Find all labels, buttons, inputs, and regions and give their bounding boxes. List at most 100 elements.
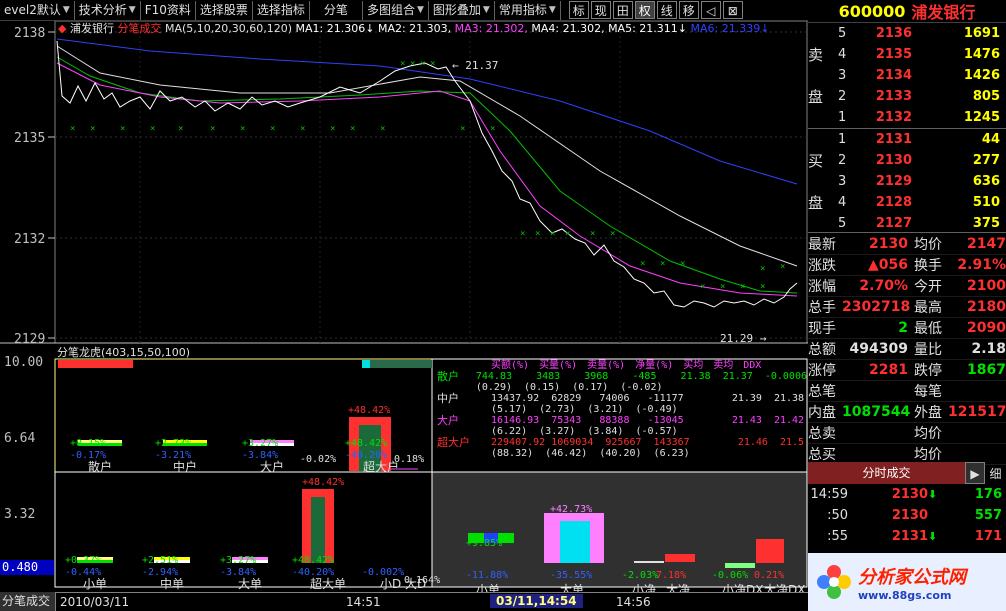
upper-group-up-pct: +2.73% — [155, 438, 191, 449]
toolbar-f10[interactable]: F10资料 — [141, 0, 196, 20]
quote-label: 均价 — [914, 237, 942, 253]
ask-volume: 1245 — [963, 110, 1000, 125]
quote-label: 均价 — [914, 426, 942, 442]
bid-volume: 44 — [981, 132, 1000, 147]
dot-marker: × — [720, 282, 725, 292]
toolbar-select-indicator[interactable]: 选择指标 — [253, 0, 310, 20]
dragon-y-axis: 10.00 6.64 3.32 — [4, 355, 43, 522]
move-button[interactable]: 移 — [678, 1, 699, 19]
top-bar-red — [58, 360, 133, 368]
bid-row-2: 2 2130 277 — [838, 150, 1006, 171]
tab-tick-trades[interactable]: 分时成交 — [808, 462, 965, 484]
quote-value: 2.18 — [971, 341, 1006, 357]
quote-label: 总买 — [808, 447, 836, 463]
bid-row-3: 3 2129 636 — [838, 171, 1006, 192]
stats-table: 买额(%) 买量(%) 卖量(%) 净量(%) 买均 卖均 DDX 散户 744.83 348… — [437, 360, 807, 459]
quote-row: 涨停 2281 跌停 1867 — [808, 360, 1006, 381]
toolbar-common-indicator[interactable]: 常用指标 ▼ — [495, 0, 561, 20]
lower-group-name: 小单 — [83, 577, 107, 591]
dropdown-icon: ▼ — [416, 4, 424, 15]
upper-group-up-pct: +3.27% — [242, 438, 278, 449]
dot-marker: × — [660, 259, 665, 269]
quote-row: 总笔 每笔 — [808, 381, 1006, 402]
level-number: 1 — [838, 110, 847, 125]
level-number: 4 — [838, 47, 847, 62]
ask-row-5: 5 2136 1691 — [838, 23, 1006, 44]
dot-marker: × — [680, 259, 685, 269]
level-number: 4 — [838, 195, 847, 210]
bid-volume: 277 — [972, 153, 1000, 168]
quote-label: 内盘 — [808, 405, 836, 421]
quote-value: 2147 — [967, 236, 1006, 252]
ask-row-1: 1 2132 1245 — [838, 107, 1006, 128]
level-number: 2 — [838, 153, 847, 168]
dot-marker: × — [240, 124, 245, 134]
dot-marker: × — [640, 259, 645, 269]
quote-label: 总手 — [808, 300, 836, 316]
sell-side-label: 卖 盘 — [808, 45, 824, 106]
dot-marker: × — [700, 282, 705, 292]
lower-extra: 0.164% — [404, 575, 440, 586]
stats-values: 13437.92 62829 74006 -11177 21.39 21.38(… — [491, 393, 804, 415]
quote-value: 2090 — [967, 320, 1006, 336]
ask-price: 2132 — [875, 110, 912, 125]
bid-row-5: 5 2127 375 — [838, 213, 1006, 234]
stock-name: 浦发银行 — [911, 3, 976, 22]
price-grid — [55, 21, 807, 343]
level-number: 2 — [838, 89, 847, 104]
tab-tick-trades-bottom[interactable]: 分笔成交 — [0, 592, 56, 611]
dot-marker: × — [270, 124, 275, 134]
bid-row-4: 4 2128 510 — [838, 192, 1006, 213]
toolbar-level2-default[interactable]: evel2默认 ▼ — [0, 0, 75, 20]
dot-marker: × — [490, 124, 495, 134]
close-icon[interactable]: ⊠ — [722, 1, 743, 19]
quote-label: 最高 — [914, 300, 942, 316]
toolbar-overlay[interactable]: 图形叠加 ▼ — [429, 0, 495, 20]
mark-button[interactable]: 标 — [568, 1, 589, 19]
dot-marker: × — [520, 229, 525, 239]
ask-volume: 805 — [972, 89, 1000, 104]
right-down-pct: -35.55% — [550, 570, 592, 581]
dragon-title: 分笔龙虎(403,15,50,100) — [57, 345, 190, 359]
lower-group-up-pct: +0.37% — [65, 555, 101, 566]
chart-area[interactable]: 2138213521322129 × × × × × × × × × × × ×× × × ×× ×× × × × ×… — [0, 21, 808, 592]
stats-header-cell: DDX — [743, 360, 762, 371]
axis-time-1451: 14:51 — [346, 595, 381, 609]
line-button[interactable]: 线 — [656, 1, 677, 19]
stock-title: 600000 浦发银行 — [808, 0, 1006, 23]
stats-row-label: 中户 — [437, 392, 459, 405]
quote-row: 内盘 1087544外盘 1215174 — [808, 402, 1006, 423]
small-ddx-bar — [725, 563, 755, 568]
dot-marker: × — [210, 124, 215, 134]
order-book: 卖 盘 买 盘 5 2136 1691 4 2135 1476 3 2134 1426 2 2133… — [808, 23, 1006, 233]
bid-row-1: 1 2131 44 — [838, 129, 1006, 150]
flower-logo-icon — [817, 565, 851, 599]
ask-volume: 1476 — [963, 47, 1000, 62]
toolbar-tech-analysis[interactable]: 技术分析 ▼ — [75, 0, 141, 20]
stats-row: 超大户 229407.92 1069034 925667 143367 21.46… — [437, 437, 807, 459]
current-button[interactable]: 现 — [590, 1, 611, 19]
rights-button[interactable]: 权 — [634, 1, 655, 19]
super-up-label: +48.42% — [348, 405, 390, 416]
toolbar-select-stock[interactable]: 选择股票 — [196, 0, 253, 20]
right-up-pct: +9.85% — [466, 538, 502, 549]
grid-icon[interactable]: 田 — [612, 1, 633, 19]
quote-value: 2281 — [869, 362, 908, 378]
ask-row-4: 4 2135 1476 — [838, 44, 1006, 65]
tab-detail[interactable]: 细 — [985, 465, 1006, 482]
dot-marker: × — [760, 282, 765, 292]
quote-label: 最新 — [808, 237, 836, 253]
play-icon[interactable]: ▶ — [965, 462, 985, 484]
y-tick-label: 2129 — [14, 332, 45, 347]
ask-volume: 1426 — [963, 68, 1000, 83]
quote-label: 总笔 — [808, 384, 836, 400]
time-axis: 2010/03/11 14:51 03/11,14:54 14:56 — [0, 592, 808, 611]
tick-volume: 557 — [974, 508, 1002, 523]
quote-value: 2.91% — [957, 257, 1006, 273]
toolbar-multi-chart[interactable]: 多图组合 ▼ — [363, 0, 429, 20]
back-icon[interactable]: ◁ — [700, 1, 721, 19]
cursor-value-readout: 0.480 — [0, 560, 54, 575]
toolbar-tick[interactable]: 分笔 — [310, 0, 363, 20]
chart-legend: ◆ 浦发银行 分笔成交 MA(5,10,20,30,60,120) MA1: 2… — [58, 21, 769, 35]
stats-values: 229407.92 1069034 925667 143367 21.46 21… — [491, 437, 804, 459]
